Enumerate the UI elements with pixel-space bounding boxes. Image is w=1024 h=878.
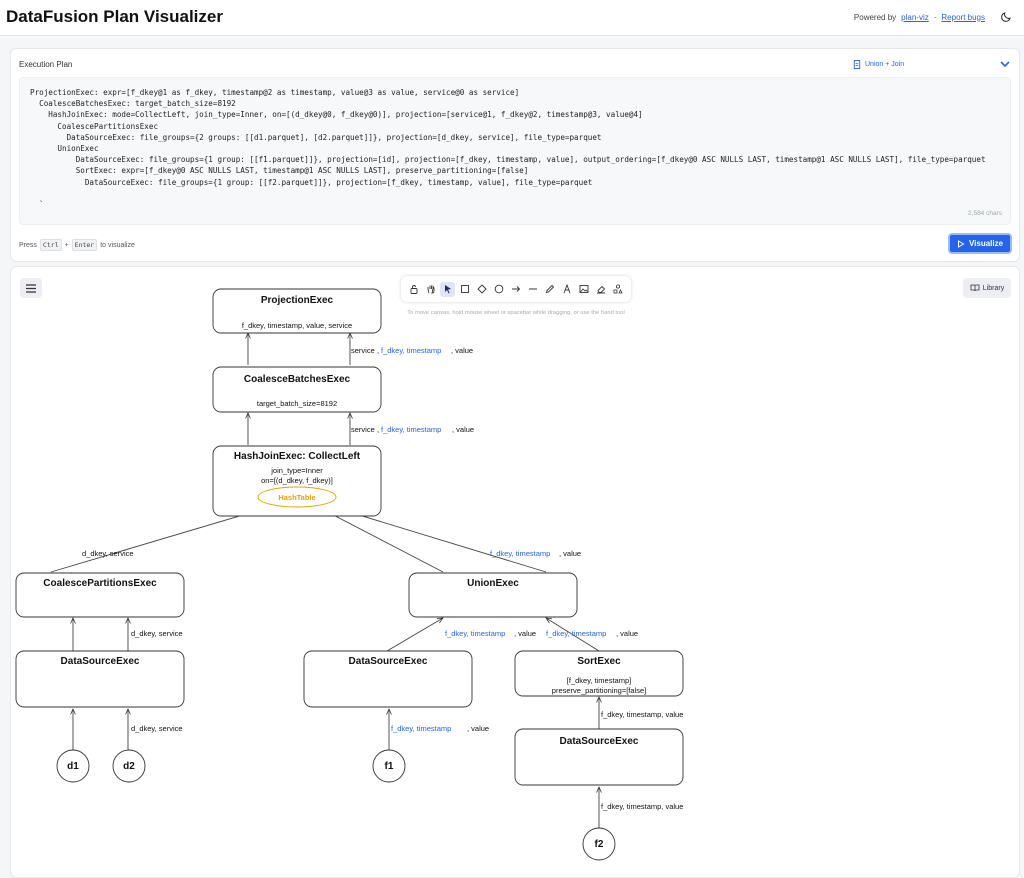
enter-key: Enter <box>71 239 98 251</box>
edge-label-fdkey-3: f_dkey, timestamp <box>490 549 550 558</box>
d1-label: d1 <box>67 761 79 772</box>
ds-f2-title: DataSourceExec <box>560 736 639 747</box>
moon-icon[interactable] <box>1000 11 1012 23</box>
execution-plan-panel: Execution Plan Union + Join ProjectionEx… <box>10 48 1020 262</box>
edge-label-service-2: service <box>351 425 375 434</box>
projection-detail: f_dkey, timestamp, value, service <box>242 321 352 330</box>
char-count: 2,584 chars <box>968 209 1002 217</box>
edge-label-value-4: , value <box>514 629 536 638</box>
projection-title: ProjectionExec <box>261 295 334 306</box>
edge-label-value-3: , value <box>559 549 581 558</box>
coalesce-partitions-title: CoalescePartitionsExec <box>43 578 157 589</box>
edge-ds-to-union <box>386 618 443 652</box>
f2-label: f2 <box>595 839 604 850</box>
edge-label-fdkey-ts-value-1: f_dkey, timestamp, value <box>601 710 683 719</box>
coalesce-batches-detail: target_batch_size=8192 <box>257 399 337 408</box>
plan-text: ProjectionExec: expr=[f_dkey@1 as f_dkey… <box>30 88 986 210</box>
chevron-down-icon[interactable] <box>999 58 1011 70</box>
header-links: Powered by plan-viz · Report bugs <box>854 11 1012 23</box>
edge-label-value-1: , value <box>451 346 473 355</box>
preset-selector[interactable]: Union + Join <box>853 60 904 69</box>
edge-label-dkey-service-3: d_dkey, service <box>131 724 183 733</box>
hint-plus: + <box>64 241 69 249</box>
document-icon <box>853 60 861 69</box>
edge-label-dkey-service-1: d_dkey, service <box>82 549 134 558</box>
hash-join-detail2: on=[(d_dkey, f_dkey)] <box>261 476 333 485</box>
edge-label-fdkey-2: f_dkey, timestamp <box>381 425 441 434</box>
d2-label: d2 <box>123 761 135 772</box>
edge-label-comma-1: , <box>377 346 379 355</box>
ds-left-title: DataSourceExec <box>61 656 140 667</box>
edge-label-comma-2: , <box>377 425 379 434</box>
hash-join-detail1: join_type=Inner <box>270 466 323 475</box>
diagram-canvas[interactable]: Library To move canvas, hold mouse wheel… <box>10 266 1020 878</box>
hint-press: Press <box>19 241 37 249</box>
visualize-label: Visualize <box>968 239 1004 248</box>
edge-label-value-5: , value <box>616 629 638 638</box>
powered-by-text: Powered by <box>853 12 897 22</box>
edge-union-to-join-1 <box>318 507 444 573</box>
edge-label-dkey-service-2: d_dkey, service <box>131 629 183 638</box>
separator: · <box>933 12 937 22</box>
edge-label-value-6: , value <box>467 724 489 733</box>
plan-diagram: ProjectionExec CoalesceBatchesExec HashJ… <box>15 288 684 861</box>
edge-label-fdkey-6: f_dkey, timestamp <box>391 724 451 733</box>
visualize-button[interactable]: Visualize <box>948 233 1012 254</box>
preset-label: Union + Join <box>865 61 905 68</box>
plan-viz-link[interactable]: plan-viz <box>901 13 929 22</box>
edge-label-fdkey-1: f_dkey, timestamp <box>381 346 441 355</box>
edge-label-fdkey-ts-value-2: f_dkey, timestamp, value <box>601 802 683 811</box>
report-bugs-link[interactable]: Report bugs <box>941 13 985 22</box>
app-header: DataFusion Plan Visualizer Powered by pl… <box>0 0 1024 36</box>
shortcut-hint: Press Ctrl + Enter to visualize <box>19 239 135 251</box>
ds-mid-title: DataSourceExec <box>349 656 428 667</box>
app-title: DataFusion Plan Visualizer <box>6 7 223 26</box>
plan-textarea[interactable]: ProjectionExec: expr=[f_dkey@1 as f_dkey… <box>19 77 1011 225</box>
hash-join-title: HashJoinExec: CollectLeft <box>234 451 361 462</box>
coalesce-batches-title: CoalesceBatchesExec <box>244 374 351 385</box>
sort-detail1: [f_dkey, timestamp] <box>567 676 631 685</box>
hint-suffix: to visualize <box>100 241 135 249</box>
sort-title: SortExec <box>577 656 621 667</box>
play-icon <box>957 239 965 248</box>
f1-label: f1 <box>385 761 394 772</box>
panel-label: Execution Plan <box>19 60 73 69</box>
edge-label-fdkey-5: f_dkey, timestamp <box>546 629 606 638</box>
sort-detail2: preserve_partitioning=[false] <box>552 686 646 695</box>
ctrl-key: Ctrl <box>39 239 62 251</box>
union-title: UnionExec <box>467 578 519 589</box>
edge-label-service-1: service <box>351 346 375 355</box>
hash-table-label: HashTable <box>278 493 315 502</box>
edge-label-value-2: , value <box>452 425 474 434</box>
edge-label-fdkey-4: f_dkey, timestamp <box>445 629 505 638</box>
